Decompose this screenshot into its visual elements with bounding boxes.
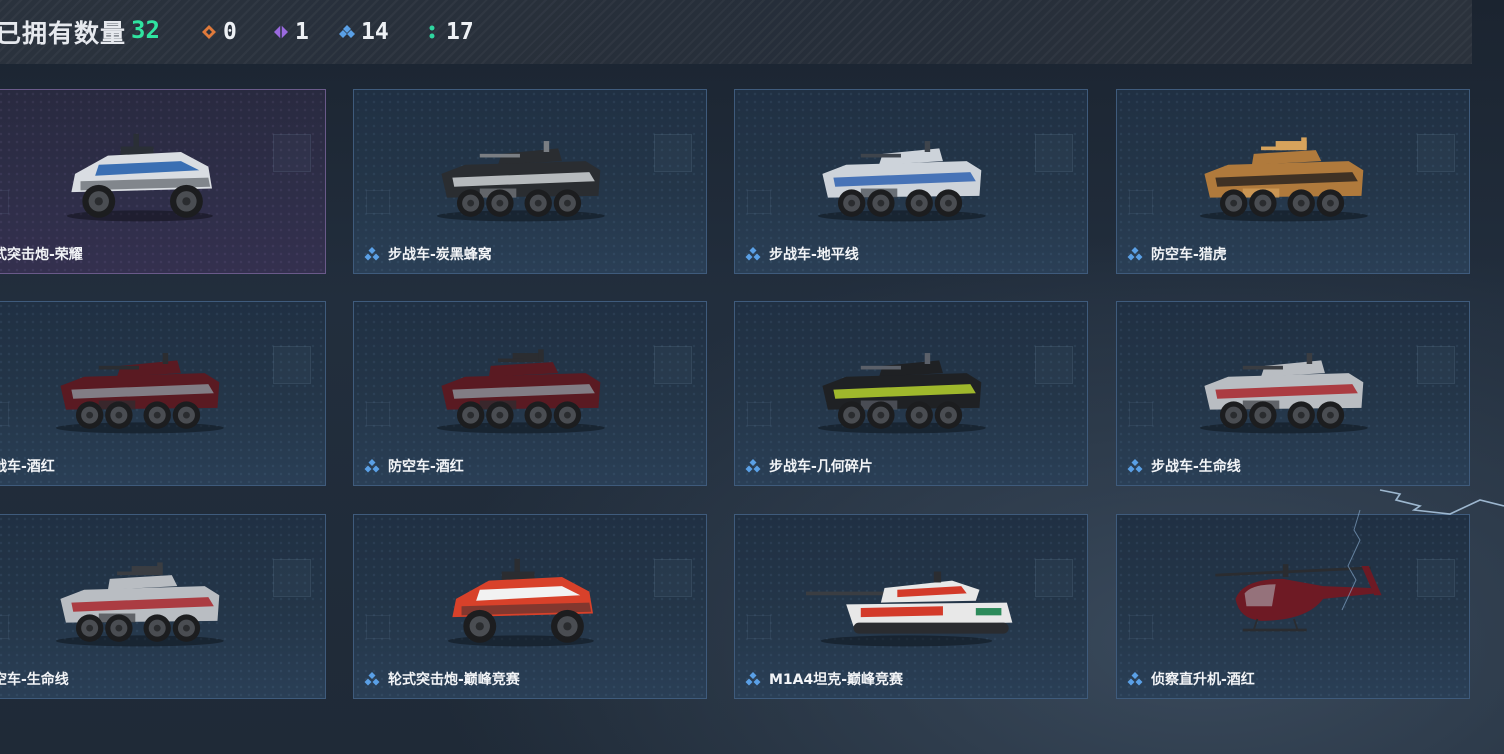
vehicle-name: 轮式突击炮-巅峰竞赛 [388, 672, 520, 688]
rarity-count-value: 0 [223, 19, 237, 45]
vehicle-image [436, 349, 605, 434]
card-decoration [0, 615, 9, 639]
vehicle-image [817, 353, 986, 434]
blue-diamond-icon [1127, 459, 1143, 473]
vehicle-name: M1A4坦克-巅峰竞赛 [769, 672, 904, 688]
card-decoration [1129, 615, 1153, 639]
vehicle-name: 防空车-酒红 [388, 459, 464, 475]
vehicle-image [55, 562, 224, 647]
vehicle-name: 步战车-炭黑蜂窝 [388, 247, 492, 263]
vehicle-caption: 侦察直升机-酒红 [1127, 669, 1255, 689]
vehicle-card[interactable]: 防空车-猎虎 [1116, 89, 1470, 274]
blue-diamond-icon [339, 25, 355, 38]
vehicle-card[interactable]: 防空车-酒红 [353, 301, 707, 486]
blue-diamond-icon [364, 247, 380, 261]
vehicle-card[interactable]: 侦察直升机-酒红 [1116, 514, 1470, 699]
vehicle-caption: 防空车-酒红 [364, 456, 464, 476]
card-decoration [0, 402, 9, 426]
vehicle-name: 步战车-酒红 [0, 459, 55, 475]
card-decoration [0, 190, 9, 214]
blue-diamond-icon [1127, 247, 1143, 261]
green-dots-icon [429, 25, 435, 39]
vehicle-card[interactable]: 步战车-酒红 [0, 301, 326, 486]
vehicle-collection-screen: 已拥有数量 32 0 1 14 17 突击炮-荣耀 步战车-炭黑蜂窝 步战车-地… [0, 0, 1504, 754]
vehicle-name: 步战车-几何碎片 [769, 459, 873, 475]
vehicle-card[interactable]: 步战车-生命线 [1116, 301, 1470, 486]
card-decoration [1035, 346, 1073, 384]
blue-diamond-icon [745, 672, 761, 686]
owned-count-label: 已拥有数量 [0, 19, 127, 48]
vehicle-caption: 步战车-几何碎片 [745, 456, 873, 476]
card-decoration [273, 346, 311, 384]
vehicle-caption: 轮式突击炮-巅峰竞赛 [364, 669, 520, 689]
card-decoration [366, 190, 390, 214]
card-decoration [1417, 346, 1455, 384]
collection-summary-bar: 已拥有数量 32 0 1 14 17 [0, 0, 1472, 64]
vehicle-image [1215, 564, 1382, 632]
card-decoration [366, 402, 390, 426]
vehicle-card[interactable]: 步战车-地平线 [734, 89, 1088, 274]
card-decoration [1035, 134, 1073, 172]
rarity-count-orange: 0 [201, 16, 237, 48]
vehicle-card[interactable]: 轮式突击炮-荣耀 [0, 89, 326, 274]
vehicle-card[interactable]: 轮式突击炮-巅峰竞赛 [353, 514, 707, 699]
vehicle-caption: 步战车-炭黑蜂窝 [364, 244, 492, 264]
vehicle-caption: 轮式突击炮-荣耀 [0, 244, 83, 264]
card-decoration [1417, 559, 1455, 597]
vehicle-caption: 步战车-酒红 [0, 456, 55, 476]
card-decoration [273, 134, 311, 172]
vehicle-name: 轮式突击炮-荣耀 [0, 247, 83, 263]
vehicle-image [436, 141, 605, 222]
vehicle-caption: M1A4坦克-巅峰竞赛 [745, 669, 903, 689]
vehicle-name: 防空车-生命线 [0, 672, 69, 688]
card-decoration [366, 615, 390, 639]
card-decoration [747, 190, 771, 214]
vehicle-caption: 步战车-地平线 [745, 244, 859, 264]
card-decoration [654, 346, 692, 384]
rarity-count-green: 17 [424, 16, 474, 48]
card-decoration [747, 615, 771, 639]
vehicle-image [55, 353, 224, 434]
blue-diamond-icon [364, 672, 380, 686]
owned-count-total: 32 [131, 16, 160, 44]
card-decoration [1035, 559, 1073, 597]
vehicle-card[interactable]: 防空车-生命线 [0, 514, 326, 699]
vehicle-image [817, 141, 986, 222]
vehicle-image [806, 571, 1013, 647]
blue-diamond-icon [745, 247, 761, 261]
vehicle-image [66, 133, 213, 222]
vehicle-name: 步战车-地平线 [769, 247, 859, 263]
card-decoration [273, 559, 311, 597]
rarity-count-value: 14 [361, 19, 389, 45]
vehicle-name: 防空车-猎虎 [1151, 247, 1227, 263]
vehicle-image [1199, 353, 1368, 434]
rarity-count-blue: 14 [339, 16, 389, 48]
rarity-count-purple: 1 [273, 16, 309, 48]
vehicle-image [447, 558, 594, 647]
vehicle-image [1199, 137, 1368, 222]
card-decoration [1129, 190, 1153, 214]
vehicle-card[interactable]: 步战车-几何碎片 [734, 301, 1088, 486]
card-decoration [654, 559, 692, 597]
rarity-count-value: 17 [446, 19, 474, 45]
blue-diamond-icon [745, 459, 761, 473]
vehicle-card[interactable]: M1A4坦克-巅峰竞赛 [734, 514, 1088, 699]
blue-diamond-icon [364, 459, 380, 473]
card-decoration [1129, 402, 1153, 426]
vehicle-caption: 步战车-生命线 [1127, 456, 1241, 476]
orange-diamond-icon [202, 25, 216, 39]
blue-diamond-icon [1127, 672, 1143, 686]
card-decoration [654, 134, 692, 172]
card-decoration [1417, 134, 1455, 172]
vehicle-caption: 防空车-生命线 [0, 669, 69, 689]
card-decoration [747, 402, 771, 426]
vehicle-name: 侦察直升机-酒红 [1151, 672, 1255, 688]
vehicle-name: 步战车-生命线 [1151, 459, 1241, 475]
purple-diamond-icon [274, 25, 288, 39]
vehicle-card[interactable]: 步战车-炭黑蜂窝 [353, 89, 707, 274]
vehicle-caption: 防空车-猎虎 [1127, 244, 1227, 264]
rarity-count-value: 1 [295, 19, 309, 45]
